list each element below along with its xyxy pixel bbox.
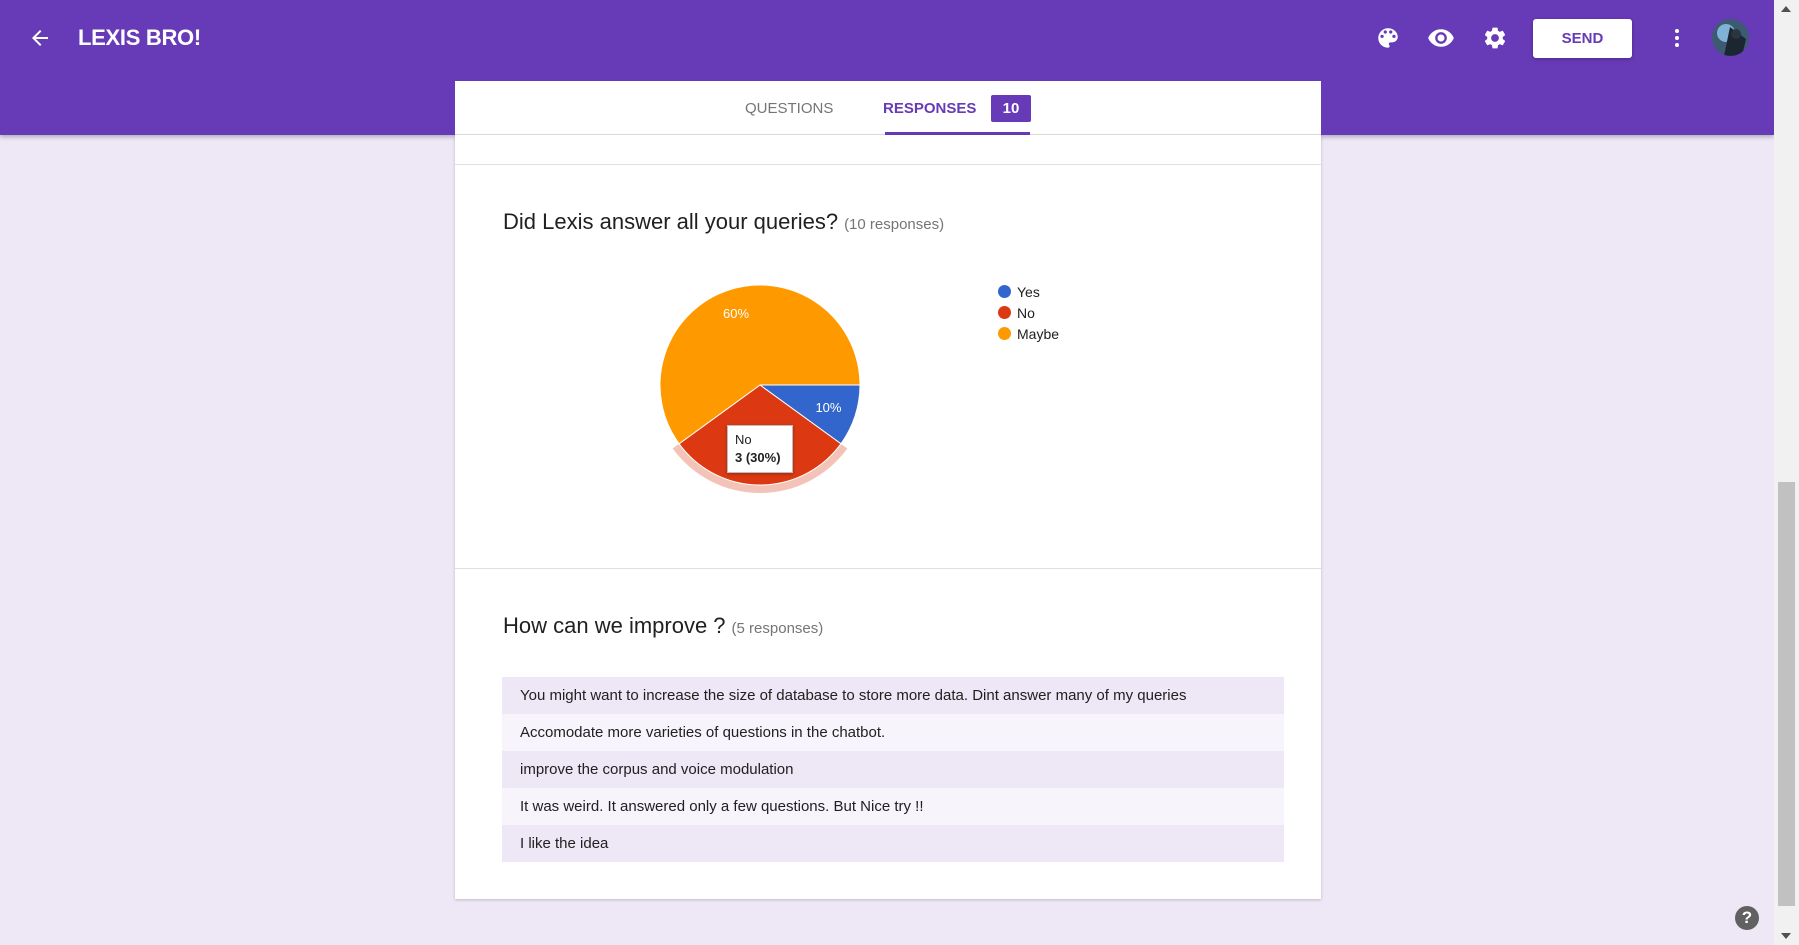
palette-icon[interactable] [1370, 20, 1406, 56]
back-arrow-icon[interactable] [22, 20, 58, 56]
list-item: Accomodate more varieties of questions i… [502, 714, 1284, 751]
pie-chart: 10% 60% [659, 284, 861, 493]
eye-icon[interactable] [1423, 20, 1459, 56]
responses-card: Did Lexis answer all your queries? (10 re… [455, 135, 1321, 899]
answers-list: You might want to increase the size of d… [502, 677, 1284, 862]
legend-dot-yes [998, 285, 1011, 298]
help-icon[interactable]: ? [1735, 906, 1759, 930]
list-item: improve the corpus and voice modulation [502, 751, 1284, 788]
list-item: You might want to increase the size of d… [502, 677, 1284, 714]
question-title-text: How can we improve ? [503, 613, 726, 638]
more-vert-icon[interactable] [1659, 20, 1695, 56]
legend-label: No [1017, 304, 1035, 321]
slice-label-maybe: 60% [723, 306, 749, 321]
tab-questions[interactable]: QUESTIONS [745, 81, 833, 135]
legend-item-maybe[interactable]: Maybe [998, 323, 1059, 344]
scroll-up-arrow[interactable] [1781, 6, 1791, 12]
tooltip-value: 3 (30%) [735, 450, 781, 465]
list-item: I like the idea [502, 825, 1284, 862]
tooltip-title: No [735, 432, 752, 447]
scrollbar[interactable] [1774, 0, 1799, 945]
form-title: LEXIS BRO! [78, 25, 201, 50]
scrollbar-thumb[interactable] [1778, 482, 1795, 906]
chart-tooltip: No 3 (30%) [727, 425, 793, 473]
tab-bar: QUESTIONS RESPONSES 10 [455, 81, 1321, 135]
avatar[interactable] [1712, 19, 1749, 56]
legend-dot-maybe [998, 327, 1011, 340]
legend-label: Maybe [1017, 325, 1060, 342]
scroll-down-arrow[interactable] [1781, 933, 1791, 939]
divider [455, 568, 1321, 569]
legend-item-no[interactable]: No [998, 302, 1059, 323]
legend-dot-no [998, 306, 1011, 319]
tab-responses[interactable]: RESPONSES [883, 81, 976, 135]
question-title: How can we improve ? (5 responses) [503, 613, 823, 639]
legend-label: Yes [1017, 283, 1040, 300]
slice-label-yes: 10% [815, 400, 841, 415]
legend-item-yes[interactable]: Yes [998, 281, 1059, 302]
response-count: (5 responses) [731, 620, 824, 637]
gear-icon[interactable] [1477, 20, 1513, 56]
list-item: It was weird. It answered only a few que… [502, 788, 1284, 825]
chart-legend: Yes No Maybe [998, 281, 1059, 344]
responses-count-badge: 10 [991, 95, 1031, 122]
send-button[interactable]: SEND [1533, 19, 1632, 58]
